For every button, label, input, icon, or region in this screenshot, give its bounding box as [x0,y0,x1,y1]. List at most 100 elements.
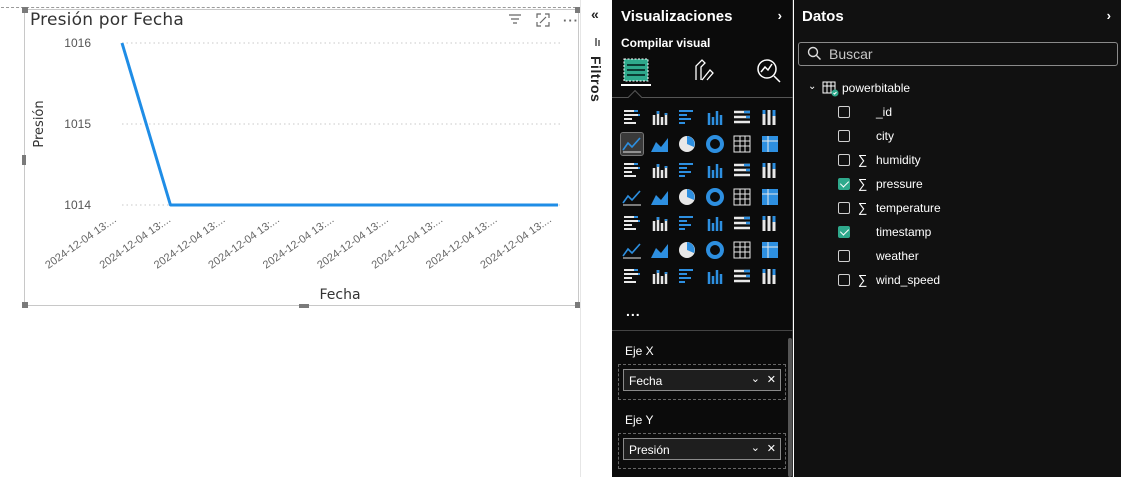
map-visual-icon[interactable] [649,186,671,208]
treemap-visual-icon[interactable] [621,186,643,208]
field-name: pressure [876,177,923,191]
y-axis-field-name: Presión [629,443,670,457]
y-axis-well-label: Eje Y [625,413,654,427]
field-checkbox[interactable] [838,106,850,118]
line-visual-icon[interactable] [620,131,644,156]
field-row[interactable]: ∑ wind_speed [838,272,1108,290]
sum-icon: ∑ [858,176,868,191]
x-axis-well[interactable]: Fecha ⌄ ✕ [618,364,786,400]
y-tick-label: 1015 [64,117,91,131]
funnel-visual-icon[interactable] [676,159,698,181]
table-icon [822,81,840,100]
kpi-visual-icon[interactable] [649,212,671,234]
remove-field-icon[interactable]: ✕ [767,442,776,455]
power-apps-visual-icon[interactable] [649,265,671,287]
multi-row-card-visual-icon[interactable] [621,212,643,234]
series-line [120,42,558,207]
field-checkbox[interactable] [838,226,850,238]
gauge-visual-icon[interactable] [731,186,753,208]
trophy-visual-icon[interactable] [759,239,781,261]
field-checkbox[interactable] [838,202,850,214]
python-visual-visual-icon[interactable] [621,239,643,261]
field-name: timestamp [876,225,932,239]
field-row[interactable]: weather [838,248,1108,266]
stacked-bar-visual-icon[interactable] [621,106,643,128]
remove-field-icon[interactable]: ✕ [767,373,776,386]
pie-visual-icon[interactable] [731,159,753,181]
expand-chevron-icon[interactable]: › [778,8,782,23]
line-column-visual-icon[interactable] [731,133,753,155]
field-row[interactable]: timestamp [838,224,1108,242]
sum-icon: ∑ [858,152,868,167]
format-visual-mode-button[interactable] [688,56,718,86]
field-checkbox[interactable] [838,178,850,190]
field-checkbox[interactable] [838,250,850,262]
donut-visual-icon[interactable] [759,159,781,181]
field-row[interactable]: city [838,128,1108,146]
qa-visual-icon[interactable] [704,239,726,261]
line-chart-visual[interactable]: Presión por Fecha ··· 1016 1015 1014 Presió… [1,7,581,308]
analytics-mode-button[interactable] [754,56,784,86]
search-box[interactable] [798,42,1118,66]
sum-icon: ∑ [858,200,868,215]
collapse-chevron-icon[interactable]: « [591,6,599,22]
search-icon [807,46,822,66]
field-row[interactable]: ∑ humidity [838,152,1108,170]
matrix-visual-icon[interactable] [731,212,753,234]
clustered-bar-visual-icon[interactable] [676,106,698,128]
build-visual-mode-button[interactable] [621,56,651,86]
filled-map-visual-icon[interactable] [676,186,698,208]
field-row[interactable]: _id [838,104,1108,122]
chevron-down-icon[interactable]: ⌄ [751,441,760,454]
report-canvas: Presión por Fecha ··· 1016 1015 1014 Presió… [0,0,581,477]
clustered-column-visual-icon[interactable] [704,106,726,128]
build-visual-label: Compilar visual [621,36,711,50]
more-visuals-button[interactable]: ... [626,303,641,319]
key-influencers-visual-icon[interactable] [649,239,671,261]
chevron-down-icon[interactable]: ⌄ [751,372,760,385]
filters-pane-collapsed[interactable]: « Filtros [580,0,612,477]
field-checkbox[interactable] [838,154,850,166]
scrollbar[interactable] [788,338,792,477]
line-clustered-column-visual-icon[interactable] [759,133,781,155]
waterfall-visual-icon[interactable] [649,159,671,181]
azure-map-visual-icon[interactable] [704,186,726,208]
table-visual-icon[interactable] [704,212,726,234]
field-checkbox[interactable] [838,130,850,142]
100-bar-visual-icon[interactable] [731,106,753,128]
metrics-visual-icon[interactable] [704,265,726,287]
r-visual-visual-icon[interactable] [759,212,781,234]
y-axis-well[interactable]: Presión ⌄ ✕ [618,433,786,469]
stacked-area-visual-icon[interactable] [676,133,698,155]
line-chart: 101610151014PresiónFecha2024-12-04 13:..… [32,36,560,303]
field-checkbox[interactable] [838,274,850,286]
100-column-visual-icon[interactable] [759,106,781,128]
decomposition-tree-visual-icon[interactable] [676,239,698,261]
area-visual-icon[interactable] [649,133,671,155]
100-area-visual-icon[interactable] [704,133,726,155]
card-visual-icon[interactable] [759,186,781,208]
data-pane-title: Datos [802,8,844,25]
expand-chevron-icon[interactable]: › [1107,8,1111,23]
field-row[interactable]: ∑ pressure [838,176,1108,194]
paginated-visual-icon[interactable] [621,265,643,287]
canvas-top-border [1,7,581,8]
pane-separator [612,330,793,331]
smart-narrative-visual-icon[interactable] [731,239,753,261]
x-axis-title: Fecha [319,287,360,303]
more-visual-b-visual-icon[interactable] [759,265,781,287]
ribbon-visual-icon[interactable] [621,159,643,181]
stacked-column-visual-icon[interactable] [649,106,671,128]
search-input[interactable] [829,45,1109,63]
x-axis-field-name: Fecha [629,374,663,388]
visual-type-gallery [620,106,786,292]
slicer-visual-icon[interactable] [676,212,698,234]
filters-label[interactable]: Filtros [588,56,604,102]
power-automate-visual-icon[interactable] [676,265,698,287]
more-visual-a-visual-icon[interactable] [731,265,753,287]
field-row[interactable]: ∑ temperature [838,200,1108,218]
x-axis-field-pill[interactable]: Fecha ⌄ ✕ [623,369,781,391]
y-axis-field-pill[interactable]: Presión ⌄ ✕ [623,438,781,460]
scatter-visual-icon[interactable] [704,159,726,181]
chevron-down-icon[interactable]: ⌄ [808,81,816,92]
